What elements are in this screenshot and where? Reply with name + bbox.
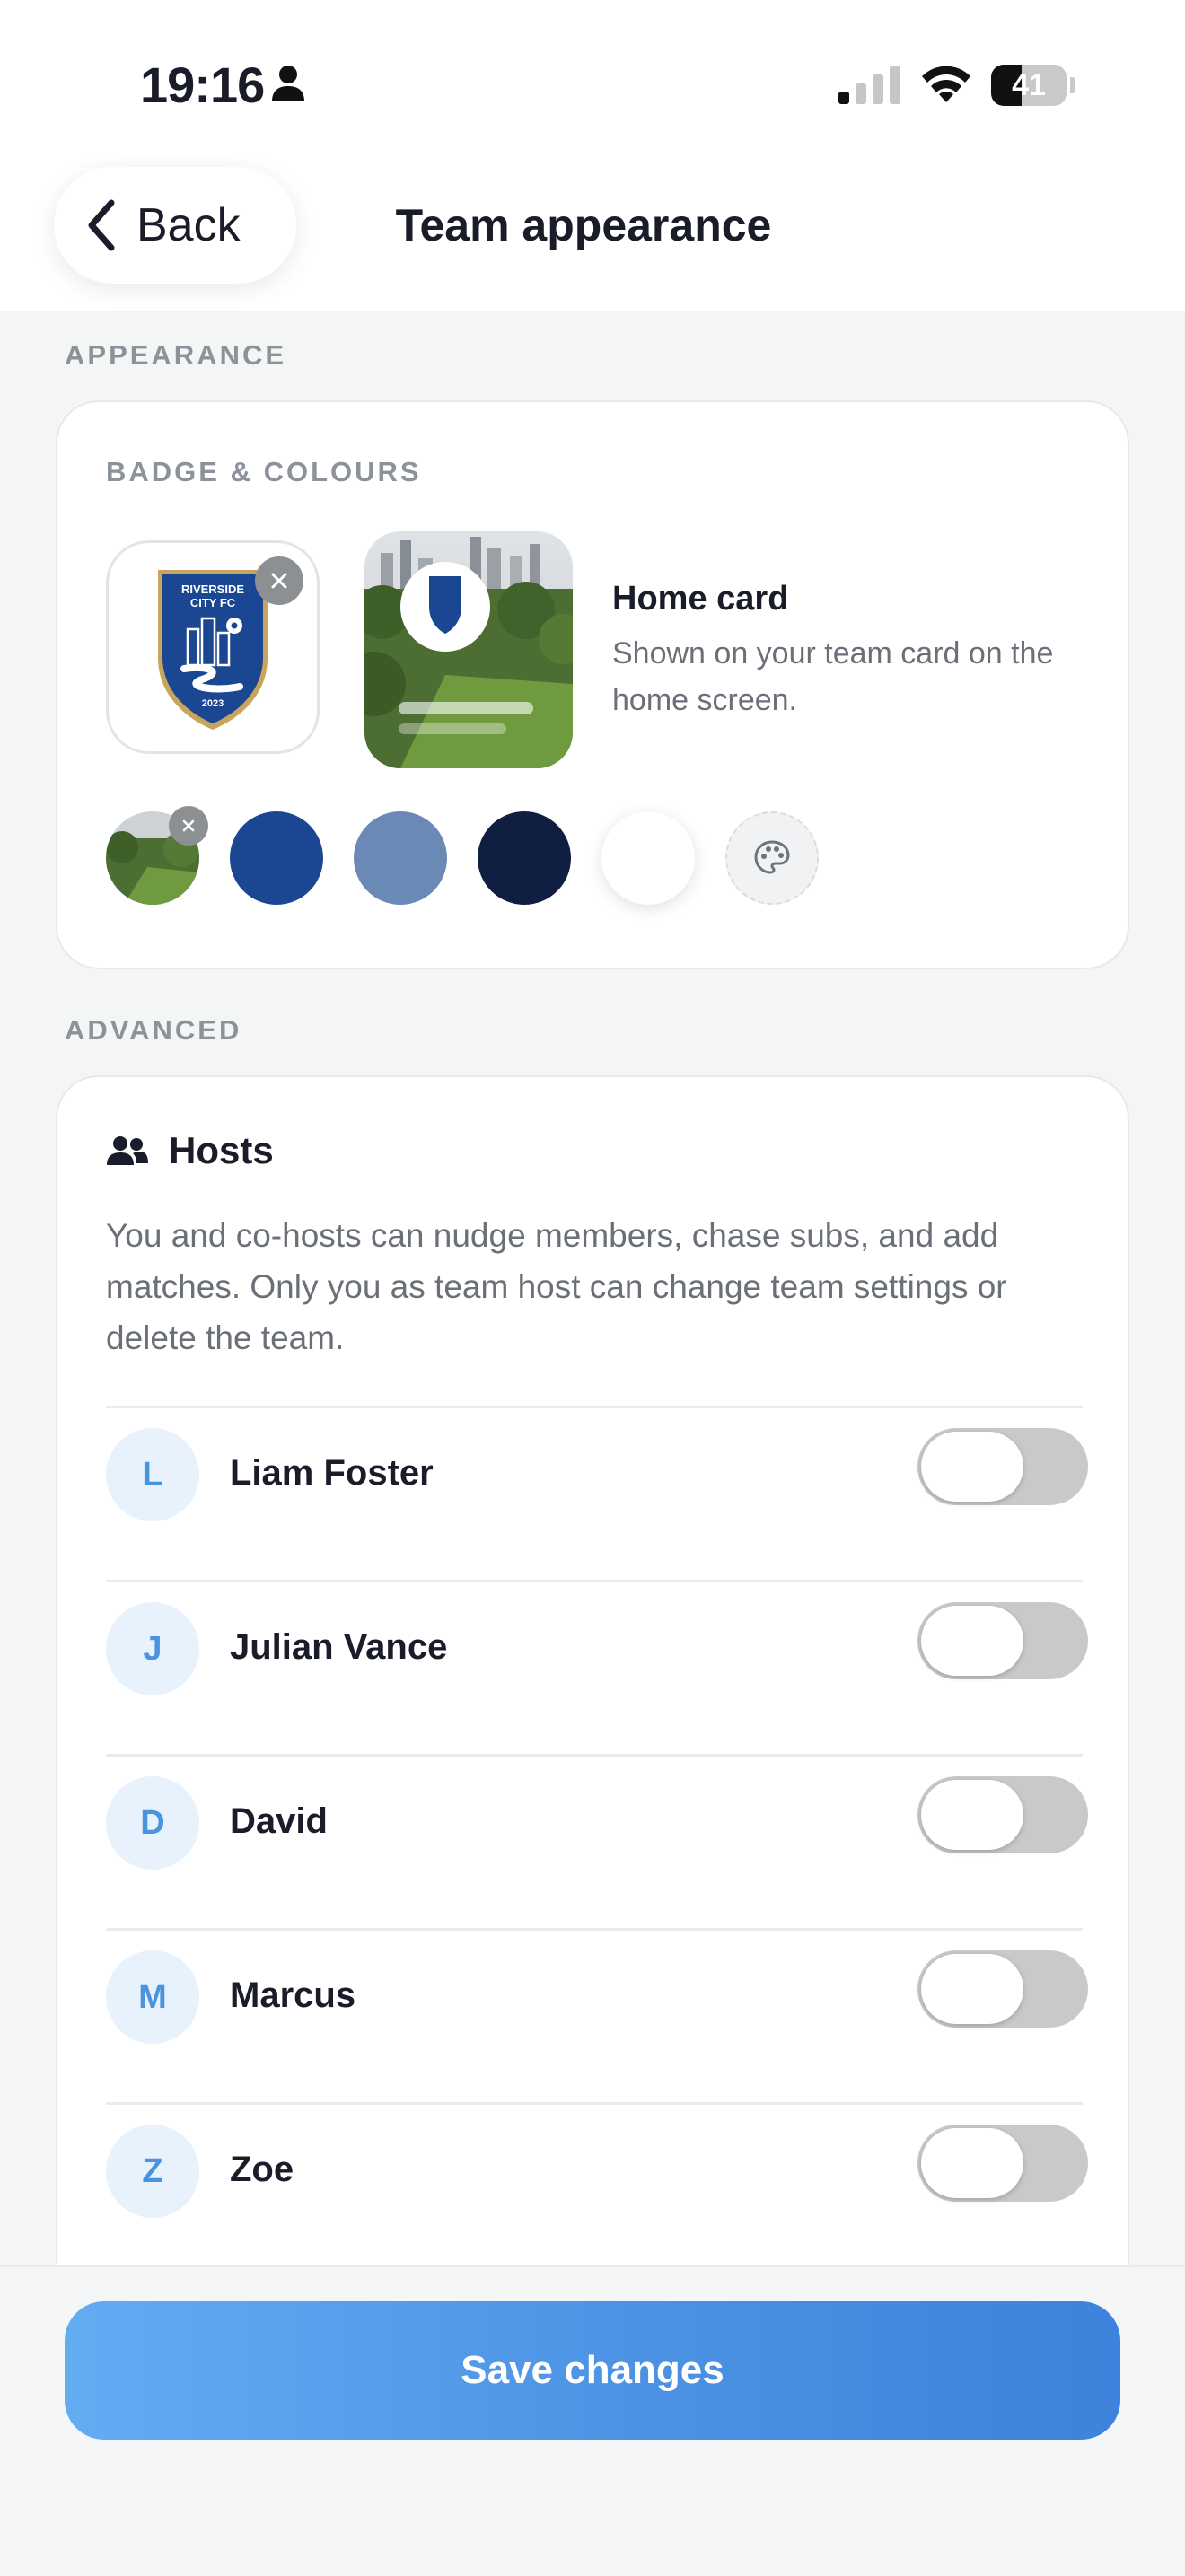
- badge-colours-card: BADGE & COLOURS RIVERSIDE CITY FC 2023 H…: [56, 400, 1129, 969]
- co-host-toggle[interactable]: [917, 1950, 1088, 2028]
- svg-text:2023: 2023: [202, 698, 224, 709]
- co-host-toggle[interactable]: [917, 1602, 1088, 1679]
- toggle-knob: [921, 2128, 1023, 2198]
- save-changes-button[interactable]: Save changes: [65, 2301, 1120, 2440]
- home-card-description: Shown on your team card on the home scre…: [612, 636, 1054, 717]
- top-bar: 19:16 41 Back Team appearance: [0, 0, 1185, 311]
- status-time: 19:16: [140, 57, 265, 113]
- toggle-knob: [921, 1780, 1023, 1850]
- remove-badge-button[interactable]: [255, 556, 303, 605]
- member-name: David: [230, 1801, 328, 1841]
- avatar: M: [106, 1950, 199, 2044]
- badge-colours-label: BADGE & COLOURS: [106, 456, 422, 487]
- co-host-toggle[interactable]: [917, 2125, 1088, 2202]
- appearance-section-label: APPEARANCE: [65, 339, 287, 371]
- toggle-knob: [921, 1606, 1023, 1676]
- hosts-header: Hosts: [106, 1129, 274, 1172]
- footer: Save changes: [0, 2265, 1185, 2576]
- host-row: D David: [106, 1754, 1088, 1928]
- svg-text:CITY FC: CITY FC: [190, 596, 236, 609]
- person-icon: [272, 66, 304, 101]
- cellular-signal-icon: [838, 66, 900, 104]
- co-host-toggle[interactable]: [917, 1776, 1088, 1853]
- avatar: J: [106, 1602, 199, 1695]
- co-host-toggle[interactable]: [917, 1428, 1088, 1505]
- advanced-section-label: ADVANCED: [65, 1014, 242, 1046]
- close-icon: [271, 573, 287, 589]
- hosts-title: Hosts: [169, 1129, 274, 1171]
- battery-body: 41: [991, 65, 1066, 106]
- host-row: J Julian Vance: [106, 1580, 1088, 1754]
- swatch-navy[interactable]: [478, 811, 571, 905]
- member-name: Marcus: [230, 1976, 356, 2015]
- battery-percentage: 41: [1012, 68, 1046, 102]
- avatar: Z: [106, 2125, 199, 2218]
- battery-indicator: 41: [991, 65, 1075, 106]
- remove-photo-swatch-button[interactable]: [169, 806, 208, 846]
- home-card-preview-image: [364, 531, 573, 768]
- home-card-title: Home card: [612, 580, 789, 618]
- home-card-preview[interactable]: [364, 531, 573, 768]
- page-title: Team appearance: [395, 200, 772, 250]
- avatar: L: [106, 1428, 199, 1521]
- palette-icon: [754, 840, 790, 874]
- people-icon: [107, 1136, 148, 1165]
- wifi-icon: [922, 66, 970, 102]
- avatar: D: [106, 1776, 199, 1870]
- hosts-description: You and co-hosts can nudge members, chas…: [106, 1217, 1007, 1356]
- member-name: Zoe: [230, 2150, 294, 2189]
- swatch-slate-blue[interactable]: [354, 811, 447, 905]
- close-icon: [182, 819, 195, 832]
- host-row: M Marcus: [106, 1928, 1088, 2102]
- host-row: L Liam Foster: [106, 1406, 1088, 1580]
- battery-tip: [1070, 77, 1075, 93]
- member-name: Liam Foster: [230, 1453, 434, 1493]
- svg-text:RIVERSIDE: RIVERSIDE: [181, 583, 244, 596]
- colour-swatches: [106, 811, 1004, 908]
- toggle-knob: [921, 1954, 1023, 2024]
- hosts-card: Hosts You and co-hosts can nudge members…: [56, 1075, 1129, 2332]
- swatch-white[interactable]: [601, 811, 695, 905]
- toggle-knob: [921, 1432, 1023, 1502]
- host-row: Z Zoe: [106, 2102, 1088, 2276]
- custom-colour-picker-button[interactable]: [725, 811, 819, 905]
- swatch-royal-blue[interactable]: [230, 811, 323, 905]
- member-name: Julian Vance: [230, 1627, 448, 1667]
